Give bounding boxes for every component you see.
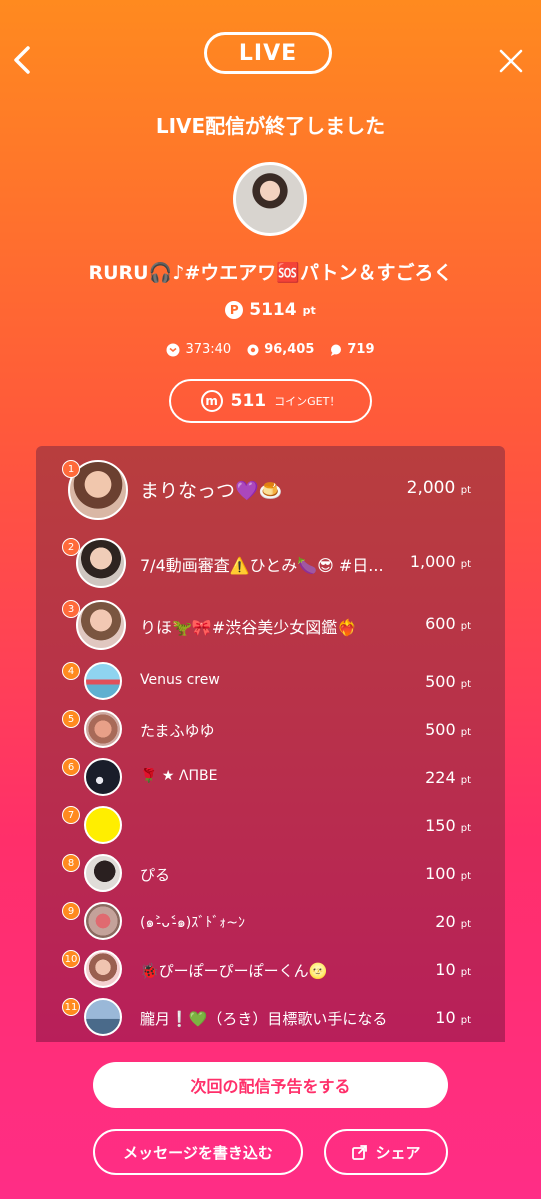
- supporter-name: ぴる: [140, 866, 171, 884]
- avatar[interactable]: [84, 998, 122, 1036]
- rank-badge: 9: [62, 902, 80, 920]
- rank-badge: 4: [62, 662, 80, 680]
- supporter-points: 150 pt: [425, 816, 471, 835]
- views-stat: 96,405: [247, 342, 314, 357]
- duration-value: 373:40: [185, 342, 232, 357]
- supporter-points: 2,000 pt: [406, 478, 471, 498]
- clock-icon: [166, 343, 180, 356]
- supporter-points: 100 pt: [425, 864, 471, 883]
- supporter-name: まりなっつ💜🍮: [140, 480, 283, 502]
- coin-get-badge: m 511 コインGET！: [169, 379, 372, 423]
- stream-title: RURU🎧♪#ウエアワ🆘パトン＆すごろく: [88, 262, 453, 284]
- supporter-name: 朧月❕💚（ろき）目標歌い手になる: [140, 1010, 388, 1028]
- share-button[interactable]: シェア: [324, 1129, 448, 1175]
- avatar[interactable]: [84, 758, 122, 796]
- rank-badge: 11: [62, 998, 80, 1016]
- duration-stat: 373:40: [166, 342, 231, 357]
- coin-value: 511: [230, 391, 267, 411]
- comment-icon: [331, 344, 342, 356]
- rank-badge: 6: [62, 758, 80, 776]
- avatar[interactable]: [84, 710, 122, 748]
- avatar[interactable]: [76, 600, 126, 650]
- ranking-row[interactable]: 7 150 pt: [36, 806, 505, 844]
- avatar[interactable]: [84, 806, 122, 844]
- points-unit: pt: [302, 303, 316, 317]
- points-icon: P: [225, 301, 244, 319]
- comments-value: 719: [347, 342, 375, 357]
- ranking-row[interactable]: 1 まりなっつ💜🍮 2,000 pt: [36, 460, 505, 522]
- supporter-points: 600 pt: [425, 614, 471, 633]
- rank-badge: 7: [62, 806, 80, 824]
- close-button[interactable]: [496, 46, 526, 76]
- ranking-row[interactable]: 5 たまふゆゆ 500 pt: [36, 710, 505, 748]
- coin-icon: m: [200, 390, 223, 412]
- ranking-row[interactable]: 4 Venus crew 500 pt: [36, 662, 505, 700]
- total-points: P 5114 pt: [0, 300, 541, 320]
- write-message-button[interactable]: メッセージを書き込む: [93, 1129, 303, 1175]
- share-label: シェア: [375, 1143, 421, 1162]
- ranking-row[interactable]: 9 (๑˃̵ᴗ˂̵๑)ｽﾞﾄﾞｫ~ﾝ 20 pt: [36, 902, 505, 940]
- live-ended-message: LIVE配信が終了しました: [155, 114, 386, 138]
- avatar[interactable]: [84, 662, 122, 700]
- supporter-name: 7/4動画審査⚠️ひとみ🍆😎 #日...: [140, 556, 384, 575]
- supporter-name: (๑˃̵ᴗ˂̵๑)ｽﾞﾄﾞｫ~ﾝ: [140, 915, 245, 931]
- ranking-row[interactable]: 6 🌹 ★ ΛΠΒΕ 224 pt: [36, 758, 505, 796]
- rank-badge: 10: [62, 950, 80, 968]
- supporter-name: Venus crew: [140, 672, 220, 688]
- ranking-row[interactable]: 10 🐞ぴーぽーぴーぽーくん🌝 10 pt: [36, 950, 505, 988]
- avatar[interactable]: [84, 854, 122, 892]
- supporter-points: 500 pt: [425, 720, 471, 739]
- host-avatar[interactable]: [233, 162, 307, 236]
- back-button[interactable]: [8, 40, 38, 80]
- supporter-points: 1,000 pt: [409, 552, 471, 571]
- points-value: 5114: [249, 300, 297, 320]
- supporter-points: 500 pt: [425, 672, 471, 691]
- live-badge: LIVE: [204, 32, 332, 74]
- schedule-next-stream-button[interactable]: 次回の配信予告をする: [93, 1062, 448, 1108]
- avatar[interactable]: [84, 950, 122, 988]
- comments-stat: 719: [330, 342, 375, 357]
- rank-badge: 3: [62, 600, 80, 618]
- coin-get-label: コインGET！: [274, 395, 341, 408]
- views-value: 96,405: [264, 342, 315, 357]
- ranking-row[interactable]: 8 ぴる 100 pt: [36, 854, 505, 892]
- eye-icon: [247, 344, 259, 355]
- supporter-name: 🐞ぴーぽーぴーぽーくん🌝: [140, 962, 328, 980]
- ranking-row[interactable]: 11 朧月❕💚（ろき）目標歌い手になる 10 pt: [36, 998, 505, 1036]
- avatar[interactable]: [76, 538, 126, 588]
- close-icon: [499, 49, 523, 73]
- chevron-left-icon: [14, 46, 30, 74]
- supporter-points: 10 pt: [435, 960, 471, 979]
- avatar[interactable]: [84, 902, 122, 940]
- write-message-label: メッセージを書き込む: [123, 1143, 273, 1162]
- supporter-points: 224 pt: [425, 768, 471, 787]
- rank-badge: 1: [62, 460, 80, 478]
- ranking-row[interactable]: 3 りほ🦖🎀#渋谷美少女図鑑❤️‍🔥 600 pt: [36, 600, 505, 650]
- share-icon: [352, 1145, 368, 1160]
- supporter-points: 20 pt: [435, 912, 471, 931]
- rank-badge: 5: [62, 710, 80, 728]
- rank-badge: 8: [62, 854, 80, 872]
- stream-stats: 373:40 96,405 719: [0, 342, 541, 357]
- supporter-name: 🌹 ★ ΛΠΒΕ: [140, 768, 218, 784]
- supporter-ranking[interactable]: 1 まりなっつ💜🍮 2,000 pt 2 7/4動画審査⚠️ひとみ🍆😎 #日..…: [36, 446, 505, 1042]
- ranking-row[interactable]: 2 7/4動画審査⚠️ひとみ🍆😎 #日... 1,000 pt: [36, 538, 505, 588]
- supporter-name: りほ🦖🎀#渋谷美少女図鑑❤️‍🔥: [140, 618, 358, 637]
- supporter-points: 10 pt: [435, 1008, 471, 1027]
- rank-badge: 2: [62, 538, 80, 556]
- supporter-name: たまふゆゆ: [140, 722, 215, 740]
